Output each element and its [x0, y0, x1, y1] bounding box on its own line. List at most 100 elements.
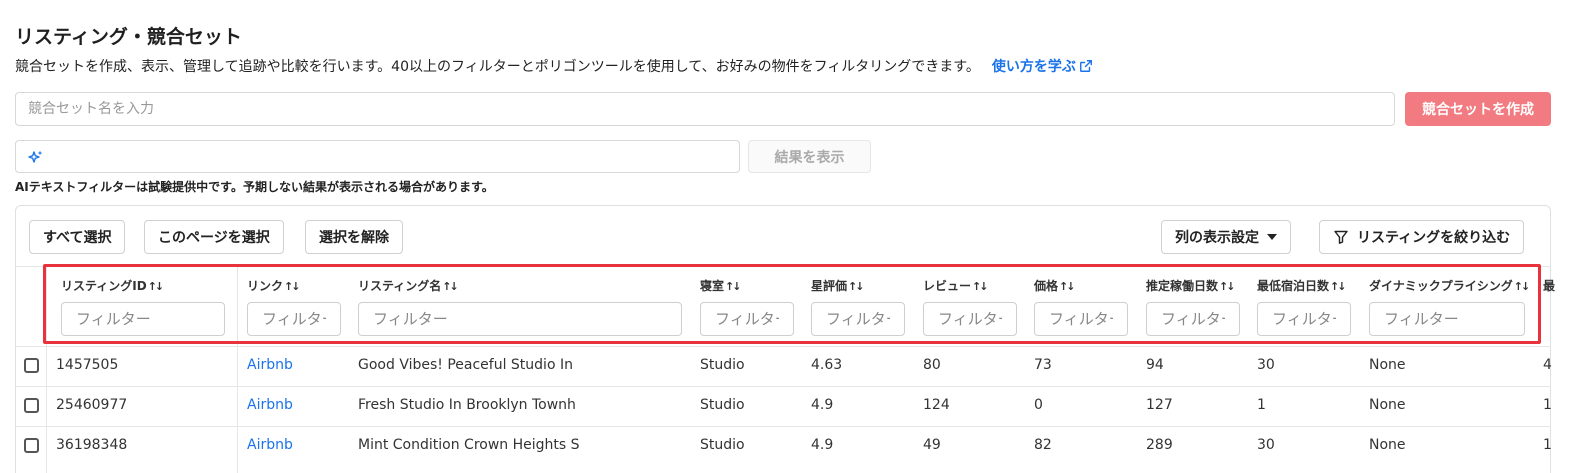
col-listing-name-header[interactable]: リスティング名↑↓	[358, 277, 459, 294]
col-link-label: リンク	[247, 279, 284, 293]
select-all-button[interactable]: すべて選択	[29, 220, 126, 254]
sort-arrows-icon[interactable]: ↑↓	[1059, 280, 1076, 293]
cell-listing-name: Fresh Studio In Brooklyn Townh	[358, 397, 576, 413]
filter-listings-button[interactable]: リスティングを絞り込む	[1319, 220, 1525, 254]
checkbox-column-divider	[46, 267, 47, 473]
sort-arrows-icon[interactable]: ↑↓	[284, 280, 301, 293]
create-comp-set-button[interactable]: 競合セットを作成	[1405, 92, 1551, 126]
cell-extra: 1	[1543, 437, 1552, 453]
cell-bedrooms: Studio	[700, 357, 745, 373]
cell-link[interactable]: Airbnb	[247, 437, 293, 453]
col-reviews-header[interactable]: レビュー↑↓	[923, 277, 989, 294]
filter-listings-label: リスティングを絞り込む	[1357, 230, 1511, 246]
learn-link[interactable]: 使い方を学ぶ	[992, 56, 1093, 76]
col-price-header[interactable]: 価格↑↓	[1034, 277, 1076, 294]
col-bedrooms-filter-input[interactable]	[700, 302, 794, 336]
col-rating-label: 星評価	[811, 279, 848, 293]
row-checkbox[interactable]	[24, 438, 39, 453]
row-checkbox[interactable]	[24, 358, 39, 373]
cell-est-occupancy: 289	[1146, 437, 1173, 453]
row-divider	[16, 386, 1551, 387]
id-column-divider	[237, 267, 238, 473]
cell-reviews: 80	[923, 357, 941, 373]
row-divider	[16, 426, 1551, 427]
cell-listing-id: 1457505	[56, 357, 119, 373]
sort-arrows-icon[interactable]: ↑↓	[1330, 280, 1347, 293]
cell-listing-name: Mint Condition Crown Heights S	[358, 437, 580, 453]
col-listing-id-header[interactable]: リスティングID↑↓	[61, 277, 165, 294]
col-link-filter-input[interactable]	[247, 302, 341, 336]
col-min-nights-header[interactable]: 最低宿泊日数↑↓	[1257, 277, 1347, 294]
funnel-icon	[1334, 230, 1348, 244]
sort-arrows-icon[interactable]: ↑↓	[725, 280, 742, 293]
column-settings-label: 列の表示設定	[1175, 230, 1259, 246]
sort-arrows-icon[interactable]: ↑↓	[1219, 280, 1236, 293]
col-rating-filter-input[interactable]	[811, 302, 905, 336]
col-link-header[interactable]: リンク↑↓	[247, 277, 301, 294]
col-extra-header[interactable]: 最	[1543, 277, 1555, 294]
caret-down-icon	[1267, 234, 1277, 240]
cell-listing-id: 36198348	[56, 437, 128, 453]
cell-extra: 4	[1543, 357, 1552, 373]
ai-text-filter-input[interactable]	[15, 140, 740, 173]
col-listing-id-label: リスティングID	[61, 279, 147, 293]
cell-price: 0	[1034, 397, 1043, 413]
cell-price: 73	[1034, 357, 1052, 373]
description-text: 競合セットを作成、表示、管理して追跡や比較を行います。40以上のフィルターとポリ…	[15, 59, 980, 75]
cell-dynamic-pricing: None	[1369, 357, 1406, 373]
sort-arrows-icon[interactable]: ↑↓	[148, 280, 165, 293]
col-listing-name-filter-input[interactable]	[358, 302, 682, 336]
col-listing-id-filter-input[interactable]	[61, 302, 225, 336]
column-settings-button[interactable]: 列の表示設定	[1161, 220, 1291, 254]
col-est-occupancy-filter-input[interactable]	[1146, 302, 1240, 336]
sort-arrows-icon[interactable]: ↑↓	[442, 280, 459, 293]
cell-listing-id: 25460977	[56, 397, 128, 413]
cell-est-occupancy: 94	[1146, 357, 1164, 373]
cell-link[interactable]: Airbnb	[247, 357, 293, 373]
cell-price: 82	[1034, 437, 1052, 453]
comp-set-name-input[interactable]	[15, 92, 1395, 126]
cell-dynamic-pricing: None	[1369, 437, 1406, 453]
cell-reviews: 124	[923, 397, 950, 413]
table-header-divider	[16, 266, 1551, 267]
sort-arrows-icon[interactable]: ↑↓	[848, 280, 865, 293]
page-title: リスティング・競合セット	[15, 26, 242, 48]
row-checkbox[interactable]	[24, 398, 39, 413]
cell-bedrooms: Studio	[700, 397, 745, 413]
cell-reviews: 49	[923, 437, 941, 453]
deselect-button[interactable]: 選択を解除	[305, 220, 403, 254]
cell-link[interactable]: Airbnb	[247, 397, 293, 413]
sort-arrows-icon[interactable]: ↑↓	[972, 280, 989, 293]
cell-extra: 1	[1543, 397, 1552, 413]
col-reviews-filter-input[interactable]	[923, 302, 1017, 336]
col-dynamic-pricing-label: ダイナミックプライシング	[1369, 279, 1513, 293]
external-link-icon	[1079, 60, 1092, 72]
col-rating-header[interactable]: 星評価↑↓	[811, 277, 865, 294]
row-divider	[16, 346, 1551, 347]
col-dynamic-pricing-header[interactable]: ダイナミックプライシング↑↓	[1369, 277, 1531, 294]
cell-dynamic-pricing: None	[1369, 397, 1406, 413]
col-price-filter-input[interactable]	[1034, 302, 1128, 336]
page-description: 競合セットを作成、表示、管理して追跡や比較を行います。40以上のフィルターとポリ…	[15, 56, 1093, 76]
col-est-occupancy-header[interactable]: 推定稼働日数↑↓	[1146, 277, 1236, 294]
col-min-nights-label: 最低宿泊日数	[1257, 279, 1330, 293]
col-min-nights-filter-input[interactable]	[1257, 302, 1351, 336]
learn-link-label[interactable]: 使い方を学ぶ	[992, 56, 1076, 76]
select-page-button[interactable]: このページを選択	[144, 220, 284, 254]
cell-rating: 4.63	[811, 357, 843, 373]
col-bedrooms-header[interactable]: 寝室↑↓	[700, 277, 742, 294]
cell-rating: 4.9	[811, 437, 834, 453]
col-dynamic-pricing-filter-input[interactable]	[1369, 302, 1525, 336]
col-reviews-label: レビュー	[923, 279, 972, 293]
cell-min-nights: 30	[1257, 357, 1275, 373]
sort-arrows-icon[interactable]: ↑↓	[1514, 280, 1531, 293]
col-price-label: 価格	[1034, 279, 1059, 293]
cell-bedrooms: Studio	[700, 437, 745, 453]
col-est-occupancy-label: 推定稼働日数	[1146, 279, 1219, 293]
show-results-button[interactable]: 結果を表示	[748, 140, 871, 173]
cell-min-nights: 1	[1257, 397, 1266, 413]
cell-rating: 4.9	[811, 397, 834, 413]
ai-filter-note: AIテキストフィルターは試験提供中です。予期しない結果が表示される場合があります…	[15, 180, 494, 194]
col-extra-label: 最	[1543, 279, 1556, 293]
cell-listing-name: Good Vibes! Peaceful Studio In	[358, 357, 573, 373]
